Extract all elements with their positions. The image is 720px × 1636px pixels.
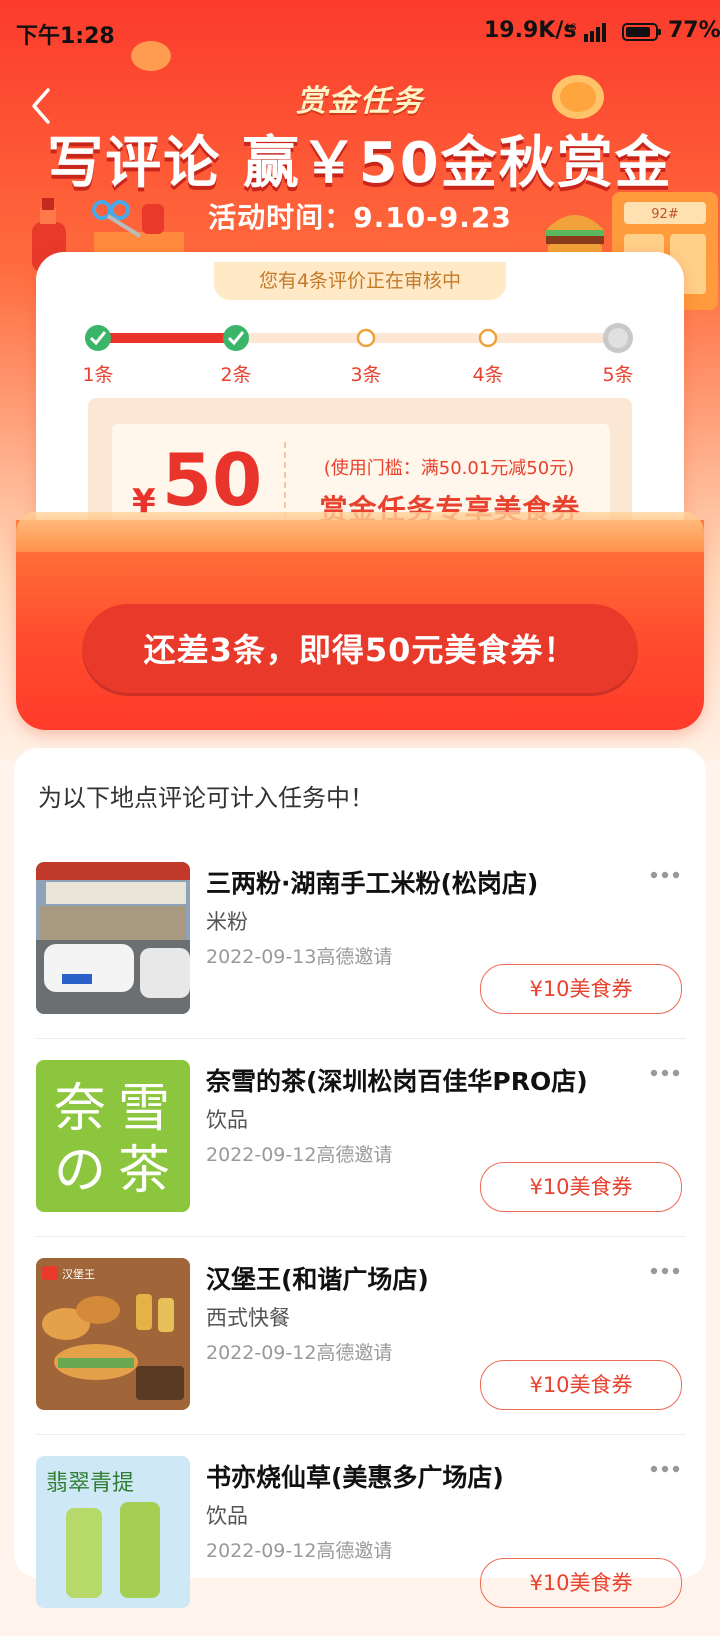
svg-text:汉堡王: 汉堡王 [62,1267,95,1281]
coupon-button[interactable]: ¥10美食券 [480,1162,682,1212]
svg-text:奈: 奈 [54,1079,106,1139]
page-title: 写评论 赢￥50金秋赏金 [47,131,673,196]
invite-date: 2022-09-12高德邀请 [206,1540,393,1562]
step-pending-icon [356,328,376,348]
step-label: 1条 [82,364,114,386]
list-item[interactable]: 奈 雪 の 茶 奈雪的茶(深圳松岗百佳华PRO店) 饮品 2022-09-12高… [36,1060,686,1240]
shop-category: 饮品 [206,1108,248,1132]
shop-photo [36,862,190,1014]
more-icon[interactable] [650,1068,680,1078]
more-icon[interactable] [650,870,680,880]
coupon-amount: 50 [162,438,263,522]
divider [36,1038,686,1039]
signal-icon: 4G [564,23,606,42]
more-icon[interactable] [650,1266,680,1276]
more-icon[interactable] [650,1464,680,1474]
step-final-icon [603,323,633,353]
svg-text:雪: 雪 [118,1079,170,1139]
list-title: 为以下地点评论可计入任务中！ [38,784,374,812]
invite-date: 2022-09-13高德邀请 [206,946,393,968]
invite-date: 2022-09-12高德邀请 [206,1144,393,1166]
shop-name: 汉堡王(和谐广场店) [206,1265,429,1294]
battery-icon [622,23,661,41]
svg-text:92#: 92# [651,207,678,222]
shop-category: 饮品 [206,1504,248,1528]
step-label: 5条 [602,364,634,386]
list-item[interactable]: 汉堡王 汉堡王(和谐广场店) 西式快餐 2022-09-12高德邀请 ¥10美食… [36,1258,686,1438]
scissors-icon [92,200,184,256]
step-done-icon [223,325,249,351]
shop-logo: 奈 雪 の 茶 [36,1060,190,1212]
svg-text:翡翠青提: 翡翠青提 [46,1471,134,1496]
envelope-edge [16,512,704,552]
coin-icon [131,41,171,71]
coupon-button[interactable]: ¥10美食券 [480,1360,682,1410]
shop-category: 米粉 [206,910,248,934]
shop-category: 西式快餐 [206,1306,290,1330]
battery-percent: 77% [668,18,720,43]
status-time: 下午1:28 [16,24,115,49]
divider [36,1236,686,1237]
step-label: 3条 [350,364,382,386]
shop-photo: 翡翠青提 [36,1456,190,1608]
step-pending-icon [478,328,498,348]
step-done-icon [85,325,111,351]
coupon-threshold: (使用门槛：满50.01元减50元) [323,458,575,479]
coupon-button[interactable]: ¥10美食券 [480,1558,682,1608]
shop-photo: 汉堡王 [36,1258,190,1410]
divider [36,1434,686,1435]
banner-tag: 赏金任务 [296,84,424,119]
svg-text:4G: 4G [564,23,577,33]
cta-button[interactable]: 还差3条，即得50元美食券！ [82,604,638,696]
svg-text:茶: 茶 [118,1141,170,1201]
coupon-button[interactable]: ¥10美食券 [480,964,682,1014]
shop-name: 书亦烧仙草(美惠多广场店) [206,1463,504,1492]
coin-icon [552,75,604,119]
review-status-pill: 您有4条评价正在审核中 [214,262,506,300]
status-bar: 下午1:28 19.9K/s 4G 77% [0,0,720,64]
step-label: 2条 [220,364,252,386]
list-item[interactable]: 翡翠青提 书亦烧仙草(美惠多广场店) 饮品 2022-09-12高德邀请 ¥10… [36,1456,686,1636]
svg-text:の: の [54,1141,106,1201]
invite-date: 2022-09-12高德邀请 [206,1342,393,1364]
shop-name: 奈雪的茶(深圳松岗百佳华PRO店) [206,1067,588,1096]
shop-name: 三两粉·湖南手工米粉(松岗店) [206,869,539,898]
list-item[interactable]: 三两粉·湖南手工米粉(松岗店) 米粉 2022-09-13高德邀请 ¥10美食券 [36,862,686,1042]
step-label: 4条 [472,364,504,386]
